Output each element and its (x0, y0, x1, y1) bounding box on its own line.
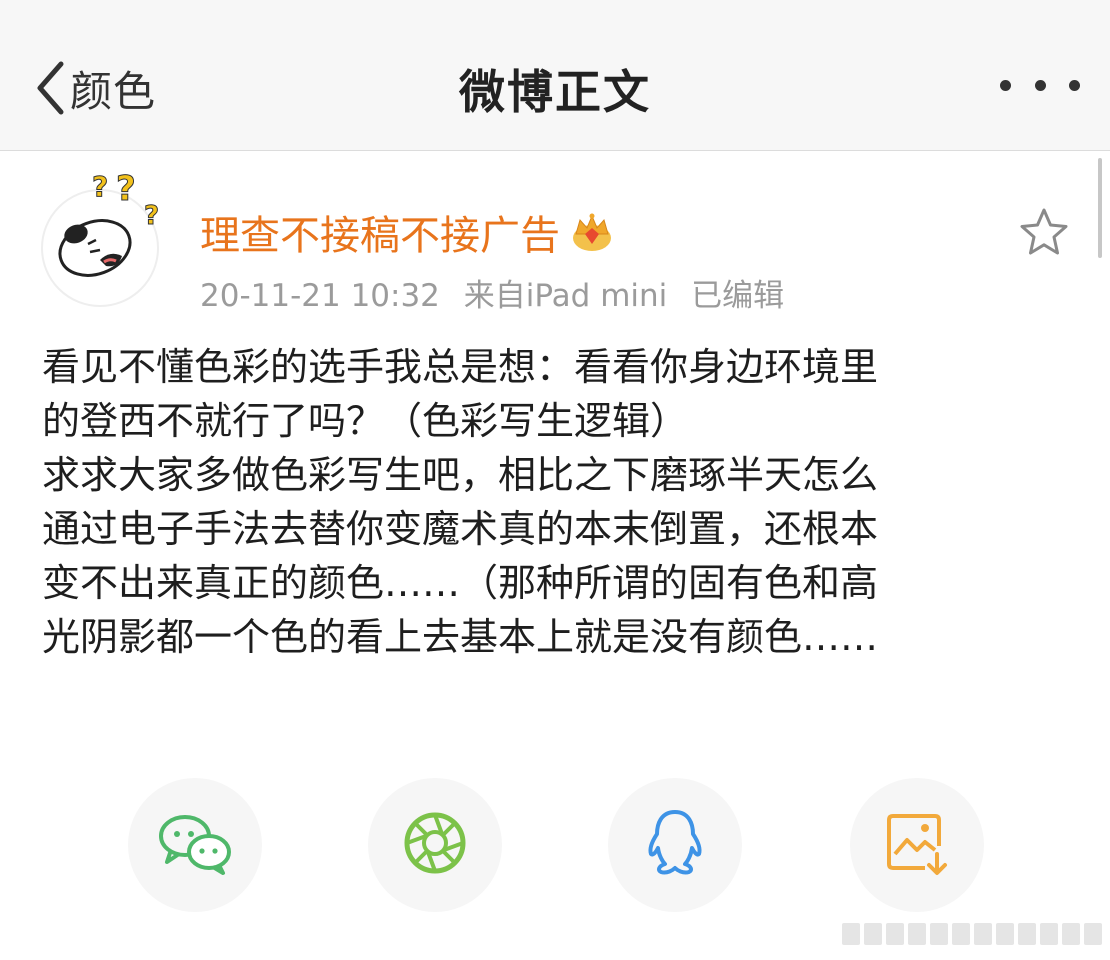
post-source: 来自iPad mini (463, 278, 668, 314)
post-meta: 20-11-21 10:32 来自iPad mini 已编辑 (200, 270, 798, 315)
qq-icon (645, 808, 705, 882)
weibo-post-screen: 颜色 微博正文 ? ? ? 理查不接稿不接广告 20-11-21 10:32 来… (0, 0, 1110, 960)
share-wechat-button[interactable] (128, 778, 262, 912)
more-dot-icon (1000, 79, 1011, 91)
svg-text:?: ? (92, 170, 108, 203)
post-text-line: 通过电子手法去替你变魔术真的本末倒置，还根本 (42, 507, 879, 551)
save-image-icon (885, 810, 949, 880)
post-text-line: 变不出来真正的颜色……（那种所谓的固有色和高 (42, 561, 879, 605)
more-button[interactable] (1000, 70, 1080, 100)
post-text-line: 光阴影都一个色的看上去基本上就是没有颜色…… (42, 615, 879, 659)
share-qq-button[interactable] (608, 778, 742, 912)
username-link[interactable]: 理查不接稿不接广告 (200, 203, 614, 261)
watermark (842, 922, 1102, 946)
more-dot-icon (1069, 79, 1080, 91)
save-image-button[interactable] (850, 778, 984, 912)
share-moments-button[interactable] (368, 778, 502, 912)
svg-text:?: ? (144, 201, 159, 231)
svg-text:?: ? (116, 169, 136, 209)
scrollbar[interactable] (1098, 158, 1102, 258)
post-timestamp: 20-11-21 10:32 (200, 278, 440, 314)
favorite-button[interactable] (1018, 206, 1070, 258)
share-row (0, 778, 1110, 912)
nav-bar: 颜色 微博正文 (0, 0, 1110, 151)
avatar[interactable]: ? ? ? (40, 168, 170, 308)
crown-badge-icon (570, 210, 614, 254)
edited-label[interactable]: 已编辑 (691, 278, 784, 314)
post-text-line: 求求大家多做色彩写生吧，相比之下磨琢半天怎么 (42, 453, 879, 497)
post-body: 看见不懂色彩的选手我总是想：看看你身边环境里 的登西不就行了吗？（色彩写生逻辑）… (42, 340, 1072, 664)
moments-icon (402, 810, 468, 880)
star-icon (1018, 208, 1070, 262)
post-text-line: 看见不懂色彩的选手我总是想：看看你身边环境里 (42, 345, 879, 389)
wechat-icon (157, 810, 233, 880)
post-text-line: 的登西不就行了吗？（色彩写生逻辑） (42, 399, 689, 443)
page-title: 微博正文 (459, 65, 651, 119)
more-dot-icon (1034, 79, 1046, 91)
username: 理查不接稿不接广告 (200, 213, 560, 259)
